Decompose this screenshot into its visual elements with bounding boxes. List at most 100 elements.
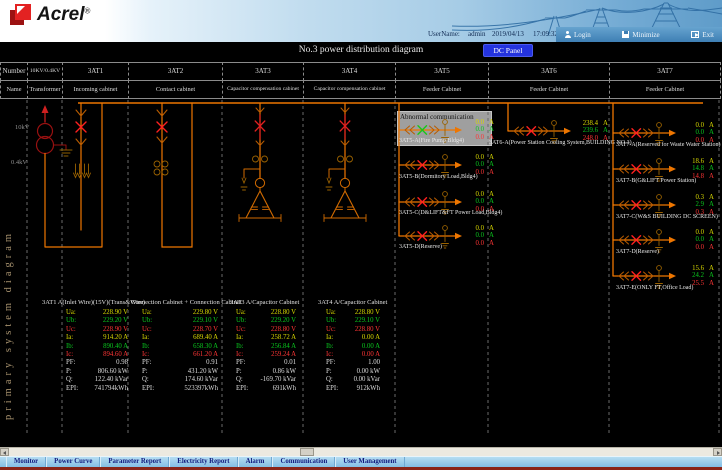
incoming-feeder-3at1[interactable] <box>74 103 91 230</box>
current-unit: A <box>709 265 716 272</box>
current-value: 0.0 <box>464 161 484 168</box>
metric-label: Ib: <box>326 343 334 351</box>
current-unit: A <box>489 240 496 247</box>
metric-value: 0.00 A <box>362 343 380 351</box>
measurement-box-3at2: Ua:229.80 V Ub:229.10 V Uc:228.70 V Ia:6… <box>142 309 218 393</box>
current-value: 0.0 <box>464 240 484 247</box>
current-unit: A <box>489 161 496 168</box>
exit-label: Exit <box>702 31 714 39</box>
metric-value: 174.60 kVar <box>185 376 218 384</box>
dc-panel-button[interactable]: DC Panel <box>483 44 533 57</box>
current-value: 0.0 <box>464 134 484 141</box>
feeder-label-3at7-d: 3AT7-D(Reserve) <box>616 249 659 255</box>
minimize-button[interactable]: Minimize <box>622 31 659 39</box>
current-unit: A <box>489 232 496 239</box>
current-value: 24.2 <box>684 272 704 279</box>
taskbar-button-power-curve[interactable]: Power Curve <box>46 457 100 467</box>
horizontal-scrollbar[interactable] <box>0 447 722 456</box>
current-value: 0.0 <box>684 129 704 136</box>
box-title-3at3: 3AT3 A/Capacitor Cabinet <box>230 299 299 306</box>
current-value: 0.0 <box>464 126 484 133</box>
metric-value: 228.80 V <box>271 309 296 317</box>
grid-header-3at4: 3AT4 <box>303 62 395 81</box>
grid-header-transformer-num: 10KV/0.4KV <box>27 62 62 81</box>
app-header: Acrel® UserName: admin 2019/04/13 17:09:… <box>0 0 722 42</box>
current-value: 18.6 <box>684 158 704 165</box>
metric-label: Uc: <box>236 326 246 334</box>
tie-loop-3at2[interactable] <box>154 103 192 247</box>
current-value: 2.9 <box>684 201 704 208</box>
brand-name: Acrel <box>37 4 85 25</box>
current-value: 0.0 <box>464 225 484 232</box>
metric-value: 229.10 V <box>355 317 380 325</box>
feeder-label-3at5-a: 3AT5-A(Fire Pump Bldg4) <box>399 138 464 144</box>
grid-corner-name: Name <box>0 80 27 99</box>
metric-value: 0.00 A <box>362 334 380 342</box>
metric-label: Ia: <box>236 334 243 342</box>
taskbar-button-communication[interactable]: Communication <box>272 457 335 467</box>
metric-value: 689.40 A <box>193 334 218 342</box>
username-label: UserName: <box>428 30 460 38</box>
feeder-label-3at7-b: 3AT7-B(G&LIFT Power Station) <box>616 178 696 184</box>
capacitor-feeder-3at4[interactable] <box>324 104 366 222</box>
readout-3at7-d: 0.0A 0.0A 0.0A <box>678 229 716 251</box>
grid-name-transformer: Transformer <box>27 80 62 99</box>
current-unit: A <box>709 244 716 251</box>
current-value: 0.0 <box>464 232 484 239</box>
current-value: 238.4 <box>578 120 598 127</box>
date-value: 2019/04/13 <box>492 30 524 38</box>
username-value: admin <box>468 30 486 38</box>
page-title: No.3 power distribution diagram <box>0 45 722 55</box>
metric-label: Ib: <box>142 343 150 351</box>
metric-value: 0.98 <box>116 359 128 367</box>
capacitor-feeder-3at3[interactable] <box>239 104 281 222</box>
current-unit: A <box>709 165 716 172</box>
metric-label: Q: <box>326 376 333 384</box>
readout-3at5-a: 0.0A 0.0A 0.0A <box>464 119 496 141</box>
metric-value: 0.00 kVar <box>354 376 380 384</box>
current-value: 0.0 <box>464 154 484 161</box>
transformer-symbol[interactable] <box>37 104 103 248</box>
metric-value: 894.60 A <box>103 351 128 359</box>
metric-label: Ub: <box>236 317 246 325</box>
login-label: Login <box>574 31 591 39</box>
registered-mark: ® <box>85 7 91 16</box>
current-value: 0.3 <box>684 194 704 201</box>
grid-corner-number: Number <box>0 62 27 81</box>
current-value: 15.6 <box>684 265 704 272</box>
current-unit: A <box>709 173 716 180</box>
metric-value: 228.90 V <box>103 326 128 334</box>
login-button[interactable]: Login <box>564 31 591 39</box>
metric-label: Ib: <box>236 343 244 351</box>
metric-value: 0.91 <box>206 359 218 367</box>
current-unit: A <box>489 225 496 232</box>
readout-3at7-c: 0.3A 2.9A 0.3A <box>678 194 716 216</box>
metric-value: 890.40 A <box>103 343 128 351</box>
scroll-right-button[interactable] <box>713 448 722 456</box>
grid-name-3at2: Contact cabinet <box>128 80 222 99</box>
metric-value: 259.24 A <box>271 351 296 359</box>
exit-button[interactable]: Exit <box>691 31 714 39</box>
taskbar-button-user-management[interactable]: User Management <box>335 457 404 467</box>
metric-label: P: <box>142 368 148 376</box>
measurement-box-3at4: Ua:228.80 V Ub:229.10 V Uc:228.80 V Ia:0… <box>326 309 380 393</box>
metric-value: 0.86 kW <box>273 368 296 376</box>
current-unit: A <box>709 122 716 129</box>
taskbar-button-monitor[interactable]: Monitor <box>6 457 46 467</box>
metric-label: Ub: <box>326 317 336 325</box>
metric-value: 229.20 V <box>103 317 128 325</box>
scrollbar-thumb[interactable] <box>300 448 314 456</box>
metric-value: 912kWh <box>357 385 380 393</box>
taskbar-button-alarm[interactable]: Alarm <box>238 457 273 467</box>
acrel-logo-icon <box>10 4 32 26</box>
metric-label: EPI: <box>66 385 78 393</box>
metric-label: Q: <box>142 376 149 384</box>
feeder-label-3at5-c: 3AT5-C(D&LIFT&FT Power Load,Bldg4) <box>399 210 502 216</box>
metric-value: 228.80 V <box>355 326 380 334</box>
scroll-left-button[interactable] <box>0 448 9 456</box>
taskbar-button-parameter-report[interactable]: Parameter Report <box>100 457 169 467</box>
current-unit: A <box>709 236 716 243</box>
metric-label: Ia: <box>66 334 73 342</box>
taskbar-button-electricity-report[interactable]: Electricity Report <box>169 457 237 467</box>
current-value: 14.8 <box>684 165 704 172</box>
